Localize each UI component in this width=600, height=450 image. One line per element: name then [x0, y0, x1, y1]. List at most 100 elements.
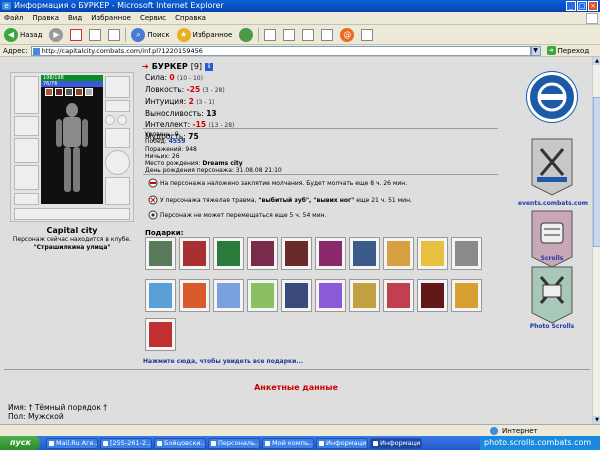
- info-icon[interactable]: i: [205, 62, 214, 71]
- favorites-button[interactable]: ★ Избранное: [175, 27, 235, 43]
- gift-item[interactable]: [213, 237, 244, 270]
- weapon-slot[interactable]: [14, 138, 39, 163]
- effect-icon[interactable]: [75, 88, 83, 96]
- gift-item[interactable]: [145, 237, 176, 270]
- profile-gender-value: Мужской: [27, 412, 64, 421]
- refresh-button[interactable]: [87, 27, 103, 43]
- stat-value: 2: [188, 97, 194, 106]
- gift-item[interactable]: [281, 279, 312, 312]
- print-button[interactable]: [281, 27, 297, 43]
- gift-item[interactable]: [179, 279, 210, 312]
- menu-help[interactable]: Справка: [175, 14, 206, 22]
- taskbar-button[interactable]: Персональ...: [208, 437, 260, 449]
- gift-item[interactable]: [349, 279, 380, 312]
- stat-detail: (3 - 1): [196, 99, 215, 106]
- earrings-slot[interactable]: [105, 76, 130, 98]
- mana-bar: 76/76: [41, 81, 103, 87]
- gift-item[interactable]: [383, 237, 414, 270]
- taskbar-button[interactable]: [255-261-2...: [100, 437, 152, 449]
- search-button[interactable]: ⌕ Поиск: [129, 27, 171, 43]
- photo-scrolls-banner[interactable]: [529, 265, 575, 325]
- close-button[interactable]: ×: [588, 1, 598, 11]
- maximize-button[interactable]: □: [577, 1, 587, 11]
- back-label: Назад: [20, 30, 43, 39]
- gift-item[interactable]: [451, 237, 482, 270]
- discuss-button[interactable]: [319, 27, 335, 43]
- events-banner[interactable]: [529, 137, 575, 197]
- gift-item[interactable]: [349, 237, 380, 270]
- belt-slot[interactable]: [14, 193, 39, 205]
- taskbar-button-label: Информаци...: [380, 438, 422, 447]
- gift-item[interactable]: [247, 237, 278, 270]
- menu-favorites[interactable]: Избранное: [91, 14, 131, 22]
- address-dropdown-button[interactable]: ▼: [530, 45, 541, 56]
- taskbar-button[interactable]: Мой компь...: [262, 437, 314, 449]
- effect-icon[interactable]: [65, 88, 73, 96]
- bracers-slot[interactable]: [14, 116, 39, 136]
- gift-item[interactable]: [281, 237, 312, 270]
- armor-slot[interactable]: [14, 165, 39, 190]
- back-button[interactable]: ◀ Назад: [2, 27, 44, 43]
- minimize-button[interactable]: _: [566, 1, 576, 11]
- effect-icon[interactable]: [85, 88, 93, 96]
- home-button[interactable]: [106, 27, 122, 43]
- photo-scrolls-link[interactable]: Photo Scrolls: [518, 323, 586, 330]
- shield-slot[interactable]: [105, 150, 130, 175]
- menu-edit[interactable]: Правка: [32, 14, 59, 22]
- boots-slot[interactable]: [105, 177, 130, 205]
- character-paper-doll: 198/198 76/76: [10, 72, 134, 222]
- ring-slot-1[interactable]: [105, 115, 115, 125]
- gift-item[interactable]: [383, 279, 414, 312]
- address-input[interactable]: http://capitalcity.combats.com/inf.pl?12…: [30, 45, 531, 56]
- stop-button[interactable]: [68, 27, 84, 43]
- gift-icon: [421, 241, 444, 266]
- menu-tools[interactable]: Сервис: [140, 14, 166, 22]
- gift-item[interactable]: [145, 279, 176, 312]
- mail-button[interactable]: [262, 27, 278, 43]
- events-link[interactable]: events.combats.com: [518, 200, 588, 207]
- go-button[interactable]: ➔ Переход: [546, 46, 589, 55]
- toolbar-separator: [258, 27, 260, 42]
- gift-item[interactable]: [213, 279, 244, 312]
- taskbar-button[interactable]: Информаци...: [370, 437, 422, 449]
- effect-icon[interactable]: [45, 88, 53, 96]
- effect-icon[interactable]: [55, 88, 63, 96]
- gloves-slot[interactable]: [105, 128, 130, 148]
- gift-icon: [353, 283, 376, 308]
- combats-logo[interactable]: [527, 72, 577, 122]
- helmet-slot[interactable]: [14, 76, 39, 114]
- scrolls-link[interactable]: Scrolls: [518, 255, 586, 262]
- all-gifts-link[interactable]: Нажмите сюда, чтобы увидеть все подарки.…: [143, 358, 303, 365]
- amulet-slot[interactable]: [105, 100, 130, 112]
- gift-item[interactable]: [179, 237, 210, 270]
- edit-button[interactable]: [300, 27, 316, 43]
- messenger-button[interactable]: @: [338, 27, 356, 43]
- vertical-scrollbar[interactable]: ▲ ▼: [592, 57, 600, 424]
- gift-icon: [183, 241, 206, 266]
- scroll-down-button[interactable]: ▼: [593, 416, 600, 424]
- ie-icon: e: [2, 2, 11, 10]
- gift-item[interactable]: [315, 279, 346, 312]
- ring-slot-2[interactable]: [117, 115, 127, 125]
- gift-item[interactable]: [417, 237, 448, 270]
- gift-item[interactable]: [247, 279, 278, 312]
- gift-icon: [387, 241, 410, 266]
- start-button[interactable]: пуск: [0, 436, 40, 450]
- research-button[interactable]: [359, 27, 375, 43]
- location-place[interactable]: "Страшилкина улица": [10, 244, 134, 252]
- menu-file[interactable]: Файл: [4, 14, 23, 22]
- gift-icon: [455, 241, 478, 266]
- taskbar-button[interactable]: Mail.Ru Аге...: [46, 437, 98, 449]
- scroll-up-button[interactable]: ▲: [593, 57, 600, 65]
- taskbar-button[interactable]: Бойцовски...: [154, 437, 206, 449]
- menu-view[interactable]: Вид: [68, 14, 82, 22]
- taskbar-button[interactable]: Информаци...: [316, 437, 368, 449]
- gift-item[interactable]: [145, 318, 176, 351]
- media-button[interactable]: [237, 27, 255, 43]
- gift-item[interactable]: [417, 279, 448, 312]
- forward-button[interactable]: ▶: [47, 27, 65, 43]
- gift-item[interactable]: [315, 237, 346, 270]
- scrollbar-thumb[interactable]: [593, 97, 600, 247]
- gift-icon: [149, 322, 172, 347]
- gift-item[interactable]: [451, 279, 482, 312]
